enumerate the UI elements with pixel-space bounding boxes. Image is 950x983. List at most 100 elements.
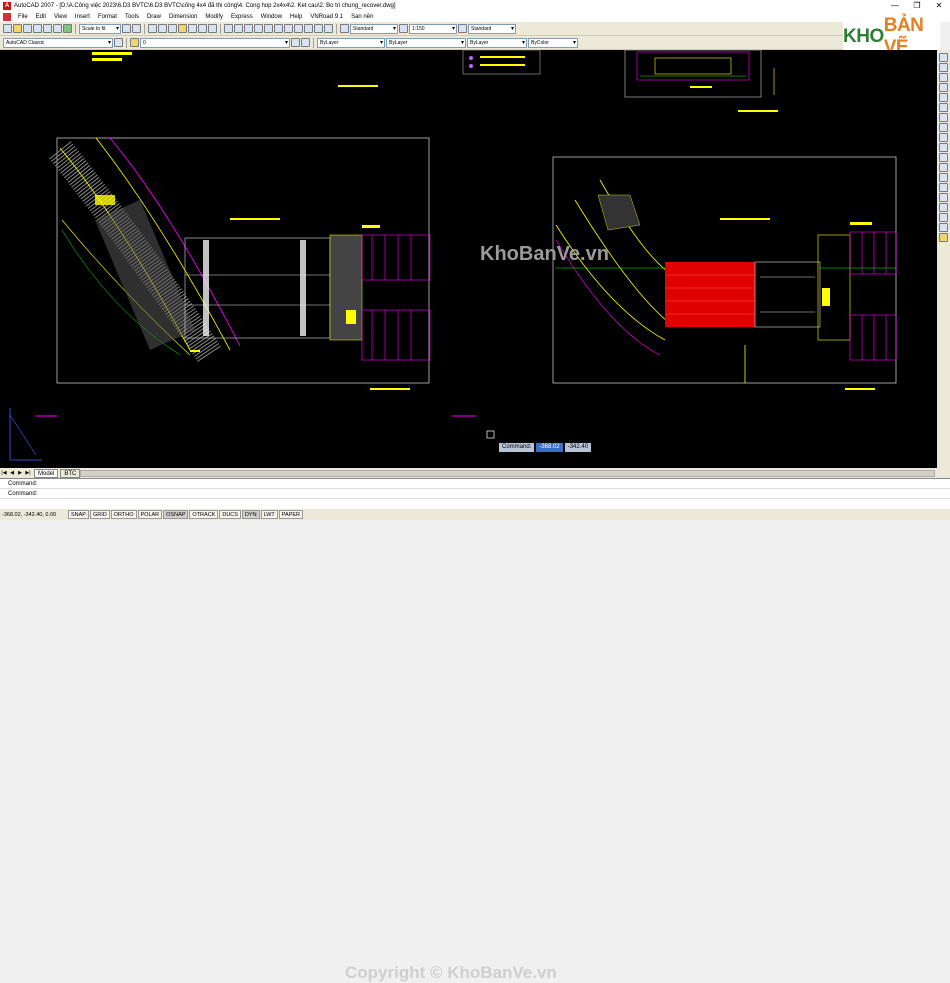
polyline-icon[interactable] [939,73,948,82]
lwt-toggle[interactable]: LWT [260,510,278,519]
redo-icon[interactable] [208,24,217,33]
3d-icon[interactable] [63,24,72,33]
gradient-icon[interactable] [939,203,948,212]
dim-style-icon[interactable] [458,24,467,33]
workspace-settings-icon[interactable] [114,38,123,47]
menu-modify[interactable]: Modify [201,14,227,20]
grid-toggle[interactable]: GRID [89,510,110,519]
linetype-combo[interactable]: ByLayer [386,37,466,48]
command-window[interactable]: Command: Command: Copyright © KhoBanVe.v… [0,478,950,982]
block-editor-icon[interactable] [188,24,197,33]
tab-first-button[interactable]: |◀ [0,470,8,476]
undo-icon[interactable] [198,24,207,33]
match-properties-icon[interactable] [178,24,187,33]
table-icon[interactable] [939,223,948,232]
sheet-set-icon[interactable] [294,24,303,33]
help-icon[interactable] [324,24,333,33]
revision-cloud-icon[interactable] [939,123,948,132]
polar-toggle[interactable]: POLAR [137,510,163,519]
menu-dimension[interactable]: Dimension [165,14,201,20]
menu-help[interactable]: Help [286,14,306,20]
properties-icon[interactable] [264,24,273,33]
pan-icon[interactable] [224,24,233,33]
menu-vnroad[interactable]: VNRoad 9.1 [306,14,347,20]
cut-icon[interactable] [148,24,157,33]
plot-icon[interactable] [33,24,42,33]
mtext-icon[interactable] [939,233,948,242]
make-block-icon[interactable] [939,173,948,182]
polygon-icon[interactable] [939,83,948,92]
menu-file[interactable]: File [14,14,32,20]
new-icon[interactable] [3,24,12,33]
workspace-combo[interactable]: AutoCAD Classic [3,37,113,48]
preview-icon[interactable] [43,24,52,33]
hatch-icon[interactable] [939,193,948,202]
rectangle-icon[interactable] [939,93,948,102]
layer-manager-icon[interactable] [130,38,139,47]
minimize-button[interactable]: — [884,0,906,11]
make-current-icon[interactable] [291,38,300,47]
layout-icon[interactable] [132,24,141,33]
restore-button[interactable]: ❐ [906,0,928,11]
save-icon[interactable] [23,24,32,33]
tab-prev-button[interactable]: ◀ [8,470,16,476]
dyn-y-input[interactable]: -342.40 [564,443,592,452]
paper-toggle[interactable]: PAPER [278,510,304,519]
drawing-canvas[interactable]: KhoBanVe.vn [0,50,937,468]
menu-express[interactable]: Express [227,14,257,20]
menu-format[interactable]: Format [94,14,121,20]
zoom-icon[interactable] [122,24,131,33]
point-icon[interactable] [939,183,948,192]
dynamic-input[interactable]: Command: -368.02 -342.40 [499,443,592,452]
copy-icon[interactable] [158,24,167,33]
dim-scale-combo[interactable]: 1:150 [409,23,457,34]
paste-icon[interactable] [168,24,177,33]
zoom-window-icon[interactable] [244,24,253,33]
dyn-toggle[interactable]: DYN [241,510,260,519]
menu-view[interactable]: View [50,14,71,20]
tab-last-button[interactable]: ▶| [24,470,32,476]
osnap-toggle[interactable]: OSNAP [163,510,189,519]
menu-window[interactable]: Window [257,14,286,20]
scale-combo[interactable]: Scale to fit [79,23,121,34]
insert-block-icon[interactable] [939,163,948,172]
dyn-x-input[interactable]: -368.02 [536,443,563,452]
otrack-toggle[interactable]: OTRACK [189,510,219,519]
layer-previous-icon[interactable] [301,38,310,47]
plotstyle-combo[interactable]: ByColor [528,37,578,48]
quickcalc-icon[interactable] [314,24,323,33]
command-input-line[interactable]: Command: [0,489,950,499]
menu-tools[interactable]: Tools [121,14,143,20]
color-combo[interactable]: ByLayer [317,37,385,48]
autocad-icon[interactable]: A [3,1,11,10]
ellipse-arc-icon[interactable] [939,153,948,162]
zoom-previous-icon[interactable] [254,24,263,33]
coordinate-readout[interactable]: -368.02, -342.40, 0.00 [0,512,68,518]
text-style-icon[interactable] [340,24,349,33]
spline-icon[interactable] [939,133,948,142]
text-style-combo[interactable]: Standard [350,23,398,34]
ducs-toggle[interactable]: DUCS [219,510,241,519]
region-icon[interactable] [939,213,948,222]
dim-scale-icon[interactable] [399,24,408,33]
layer-combo[interactable]: 0 [140,37,290,48]
publish-icon[interactable] [53,24,62,33]
menu-draw[interactable]: Draw [143,14,165,20]
ortho-toggle[interactable]: ORTHO [110,510,137,519]
tool-palettes-icon[interactable] [284,24,293,33]
circle-icon[interactable] [939,113,948,122]
menu-edit[interactable]: Edit [32,14,50,20]
menu-san-nen[interactable]: San nền [347,14,377,20]
close-button[interactable]: ✕ [928,0,950,11]
snap-toggle[interactable]: SNAP [68,510,89,519]
design-center-icon[interactable] [274,24,283,33]
markup-icon[interactable] [304,24,313,33]
tab-next-button[interactable]: ▶ [16,470,24,476]
tab-btc[interactable]: BTC [60,468,81,478]
dim-style-combo[interactable]: Standard [468,23,516,34]
open-icon[interactable] [13,24,22,33]
menu-insert[interactable]: Insert [71,14,94,20]
arc-icon[interactable] [939,103,948,112]
lineweight-combo[interactable]: ByLayer [467,37,527,48]
ellipse-icon[interactable] [939,143,948,152]
